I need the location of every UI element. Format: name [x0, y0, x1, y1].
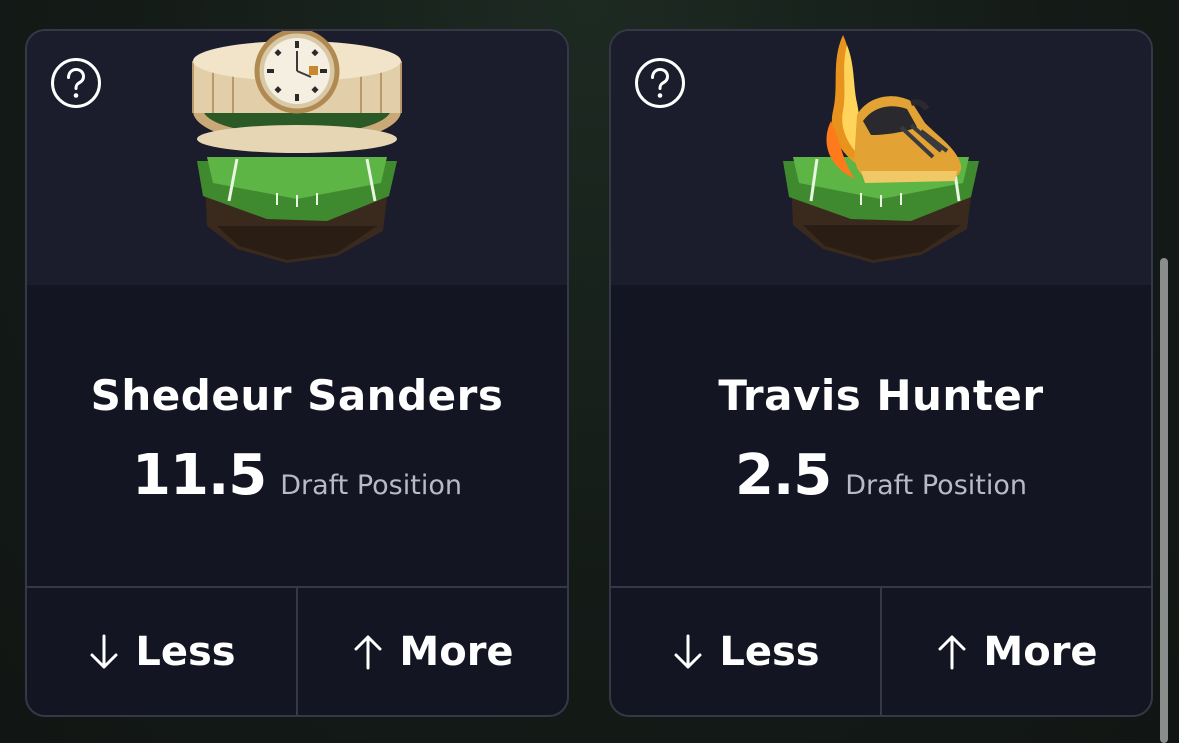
- projection-card: Travis Hunter 2.5 Draft Position Less Mor…: [609, 29, 1153, 717]
- pick-actions: Less More: [27, 586, 567, 715]
- arrow-up-icon: [351, 632, 385, 672]
- line-value: 2.5: [735, 443, 832, 508]
- less-button-label: Less: [135, 628, 236, 675]
- line-value: 11.5: [132, 443, 267, 508]
- stat-label: Draft Position: [280, 470, 462, 501]
- projection-cards-screen: Shedeur Sanders 11.5 Draft Position Less …: [0, 0, 1179, 743]
- more-button[interactable]: More: [880, 588, 1151, 715]
- vertical-scrollbar[interactable]: [1160, 258, 1168, 743]
- card-header-art-area: [611, 31, 1151, 285]
- more-button-label: More: [399, 628, 514, 675]
- flaming-gold-cleat-on-turf-icon: [761, 31, 1001, 271]
- arrow-down-icon: [87, 632, 121, 672]
- player-name: Travis Hunter: [718, 371, 1044, 420]
- stat-label: Draft Position: [845, 470, 1027, 501]
- gold-watch-on-turf-icon: [177, 31, 417, 271]
- arrow-down-icon: [671, 632, 705, 672]
- projection-line: 11.5 Draft Position: [27, 443, 567, 508]
- question-circle-icon[interactable]: [50, 57, 102, 109]
- projection-line: 2.5 Draft Position: [611, 443, 1151, 508]
- arrow-up-icon: [935, 632, 969, 672]
- card-header-art-area: [27, 31, 567, 285]
- pick-actions: Less More: [611, 586, 1151, 715]
- question-circle-icon[interactable]: [634, 57, 686, 109]
- less-button[interactable]: Less: [27, 588, 296, 715]
- less-button-label: Less: [719, 628, 820, 675]
- less-button[interactable]: Less: [611, 588, 880, 715]
- projection-card: Shedeur Sanders 11.5 Draft Position Less …: [25, 29, 569, 717]
- player-name: Shedeur Sanders: [90, 371, 504, 420]
- more-button[interactable]: More: [296, 588, 567, 715]
- more-button-label: More: [983, 628, 1098, 675]
